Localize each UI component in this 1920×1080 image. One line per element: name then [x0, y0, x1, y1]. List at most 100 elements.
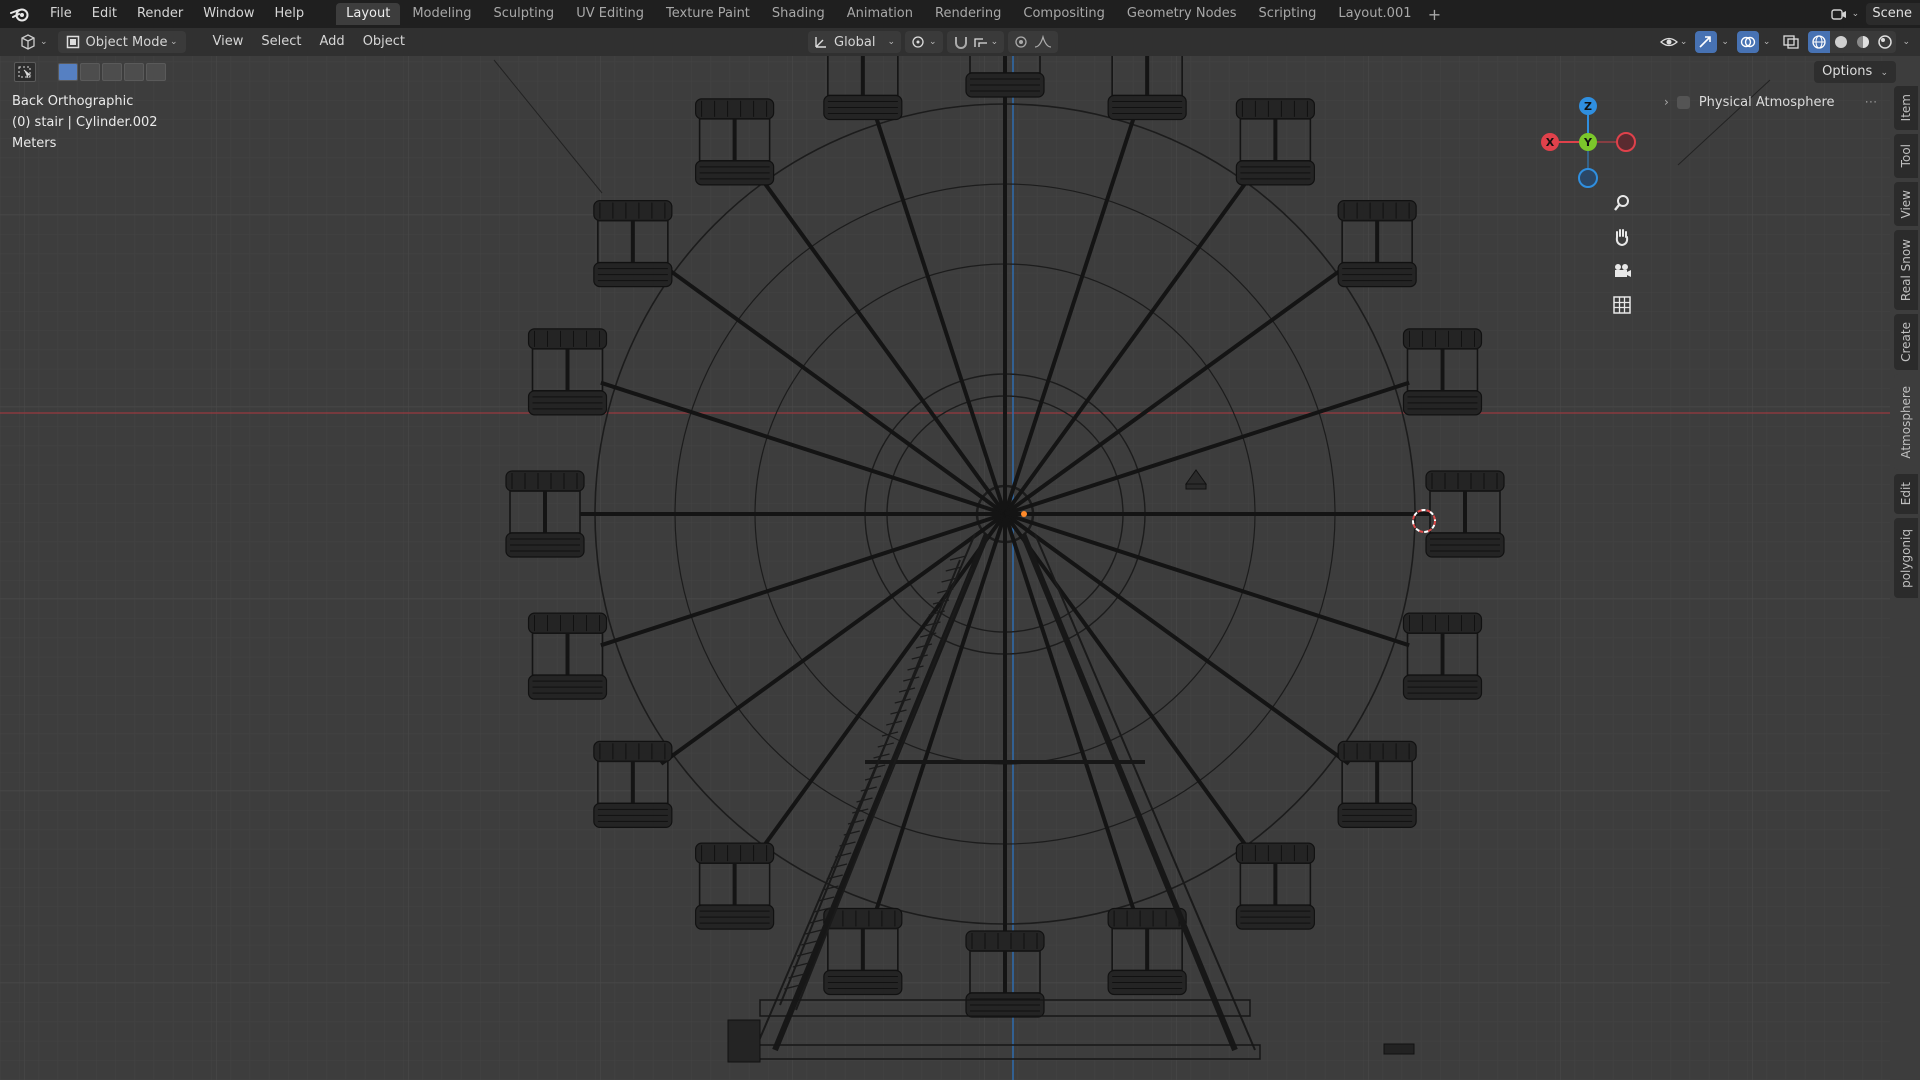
chevron-down-icon[interactable]: ⌄: [1902, 37, 1910, 47]
gizmo-toggle-icon[interactable]: [1695, 31, 1718, 53]
navigation-gizmo[interactable]: Z X Y: [1530, 90, 1650, 200]
menu-edit[interactable]: Edit: [82, 0, 127, 28]
select-invert-icon[interactable]: [124, 63, 144, 81]
tab-real-snow[interactable]: Real Snow: [1894, 230, 1918, 310]
xray-toggle-icon[interactable]: [1780, 31, 1802, 53]
tab-rendering[interactable]: Rendering: [925, 3, 1011, 25]
select-new-icon[interactable]: [58, 63, 78, 81]
orientation-icon: [815, 37, 826, 48]
chevron-down-icon[interactable]: ⌄: [1763, 37, 1771, 47]
editor-type-button[interactable]: ⌄: [14, 31, 54, 53]
tool-settings-row: [14, 62, 168, 82]
scene-name-field[interactable]: Scene: [1866, 3, 1920, 25]
pivot-selector[interactable]: ⌄: [905, 31, 943, 53]
tab-polygoniq[interactable]: polygoniq: [1894, 518, 1918, 598]
gondola-roof: [695, 842, 775, 864]
drag-handle-icon[interactable]: ⋯: [1865, 95, 1878, 110]
ferris-wheel-wireframe: [0, 56, 1890, 1080]
tweak-tool-icon[interactable]: [14, 62, 36, 82]
shading-rendered-icon[interactable]: [1874, 31, 1897, 53]
gondola-roof: [695, 98, 775, 120]
active-object-label: (0) stair | Cylinder.002: [12, 115, 158, 130]
gondola-roof: [1402, 612, 1483, 634]
tab-view[interactable]: View: [1894, 182, 1918, 226]
shading-wireframe-icon[interactable]: [1808, 31, 1831, 53]
menu-render[interactable]: Render: [127, 0, 193, 28]
menu-help[interactable]: Help: [265, 0, 315, 28]
tab-animation[interactable]: Animation: [837, 3, 923, 25]
gondola-roof: [527, 328, 608, 350]
tab-geometry-nodes[interactable]: Geometry Nodes: [1117, 3, 1247, 25]
orientation-selector[interactable]: Global ⌄: [808, 31, 902, 53]
grid-icon[interactable]: [1608, 291, 1636, 319]
proportional-edit-icon: [1015, 36, 1027, 48]
tab-atmosphere[interactable]: Atmosphere: [1894, 374, 1918, 470]
menu-file[interactable]: File: [40, 0, 82, 28]
overlays-toggle-icon[interactable]: [1736, 31, 1759, 53]
menu-window[interactable]: Window: [193, 0, 264, 28]
tab-scripting[interactable]: Scripting: [1249, 3, 1327, 25]
tab-uv-editing[interactable]: UV Editing: [566, 3, 654, 25]
atmosphere-enable-checkbox[interactable]: [1676, 95, 1690, 109]
mode-label: Object Mode: [85, 34, 168, 50]
gondola-roof: [1235, 842, 1315, 864]
falloff-icon: [1035, 35, 1052, 48]
menu-view[interactable]: View: [204, 31, 253, 53]
select-extend-icon[interactable]: [80, 63, 100, 81]
shading-material-icon[interactable]: [1852, 31, 1875, 53]
panel-title: Physical Atmosphere: [1698, 94, 1835, 110]
tab-tool[interactable]: Tool: [1894, 134, 1918, 178]
units-label: Meters: [12, 136, 57, 151]
tab-modeling[interactable]: Modeling: [402, 3, 481, 25]
tab-layout[interactable]: Layout: [336, 3, 401, 25]
tab-layout-001[interactable]: Layout.001: [1328, 3, 1421, 25]
transform-controls: Global ⌄ ⌄ ⌄: [808, 31, 1062, 53]
chevron-down-icon: ⌄: [40, 37, 48, 47]
tab-texture-paint[interactable]: Texture Paint: [656, 3, 760, 25]
x-axis-label: X: [1546, 136, 1555, 149]
chevron-down-icon: ⌄: [1880, 68, 1888, 78]
options-dropdown[interactable]: Options ⌄: [1814, 61, 1896, 83]
menu-select[interactable]: Select: [252, 31, 310, 53]
3d-viewport[interactable]: Back Orthographic (0) stair | Cylinder.0…: [0, 56, 1890, 1080]
zoom-icon[interactable]: [1608, 189, 1636, 217]
snap-target-icon: [973, 38, 987, 47]
chevron-down-icon[interactable]: ⌄: [1680, 37, 1688, 47]
gondola-roof: [1235, 98, 1315, 120]
add-workspace-button[interactable]: +: [1424, 5, 1446, 24]
mode-selector[interactable]: Object Mode ⌄: [57, 31, 186, 53]
menu-object[interactable]: Object: [354, 31, 414, 53]
chevron-down-icon[interactable]: ⌄: [1850, 3, 1860, 25]
options-label: Options: [1822, 64, 1873, 79]
blender-logo-icon[interactable]: [0, 0, 40, 28]
chevron-down-icon: ⌄: [929, 37, 937, 47]
menu-add[interactable]: Add: [311, 31, 354, 53]
tab-create[interactable]: Create: [1894, 314, 1918, 370]
snap-toggle[interactable]: ⌄: [946, 31, 1005, 53]
tab-item[interactable]: Item: [1894, 86, 1918, 130]
tab-sculpting[interactable]: Sculpting: [483, 3, 564, 25]
top-menu-bar: File Edit Render Window Help Layout Mode…: [0, 0, 1920, 28]
select-intersect-icon[interactable]: [146, 63, 166, 81]
gondola-roof: [1107, 907, 1187, 930]
tab-shading[interactable]: Shading: [762, 3, 835, 25]
scene-icon[interactable]: [1828, 3, 1850, 25]
visibility-icon[interactable]: [1658, 31, 1680, 53]
physical-atmosphere-panel-header[interactable]: › Physical Atmosphere ⋯: [1664, 92, 1878, 112]
magnet-icon: [954, 37, 967, 49]
gondola-roof: [1337, 200, 1417, 222]
object-mode-icon: [66, 35, 79, 49]
shading-solid-icon[interactable]: [1830, 31, 1853, 53]
tab-compositing[interactable]: Compositing: [1013, 3, 1115, 25]
proportional-edit-toggle[interactable]: [1008, 31, 1059, 53]
chevron-down-icon[interactable]: ⌄: [1721, 37, 1729, 47]
hand-icon[interactable]: [1608, 223, 1636, 251]
viewport-editor-icon: [21, 34, 35, 50]
chevron-down-icon: ⌄: [170, 37, 178, 47]
gondola-roof: [1402, 328, 1483, 350]
camera-icon[interactable]: [1608, 257, 1636, 285]
gondola-roof: [527, 612, 608, 634]
tab-edit[interactable]: Edit: [1894, 474, 1918, 514]
viewport-header: ⌄ Object Mode ⌄ View Select Add Object G…: [0, 28, 1920, 56]
select-subtract-icon[interactable]: [102, 63, 122, 81]
